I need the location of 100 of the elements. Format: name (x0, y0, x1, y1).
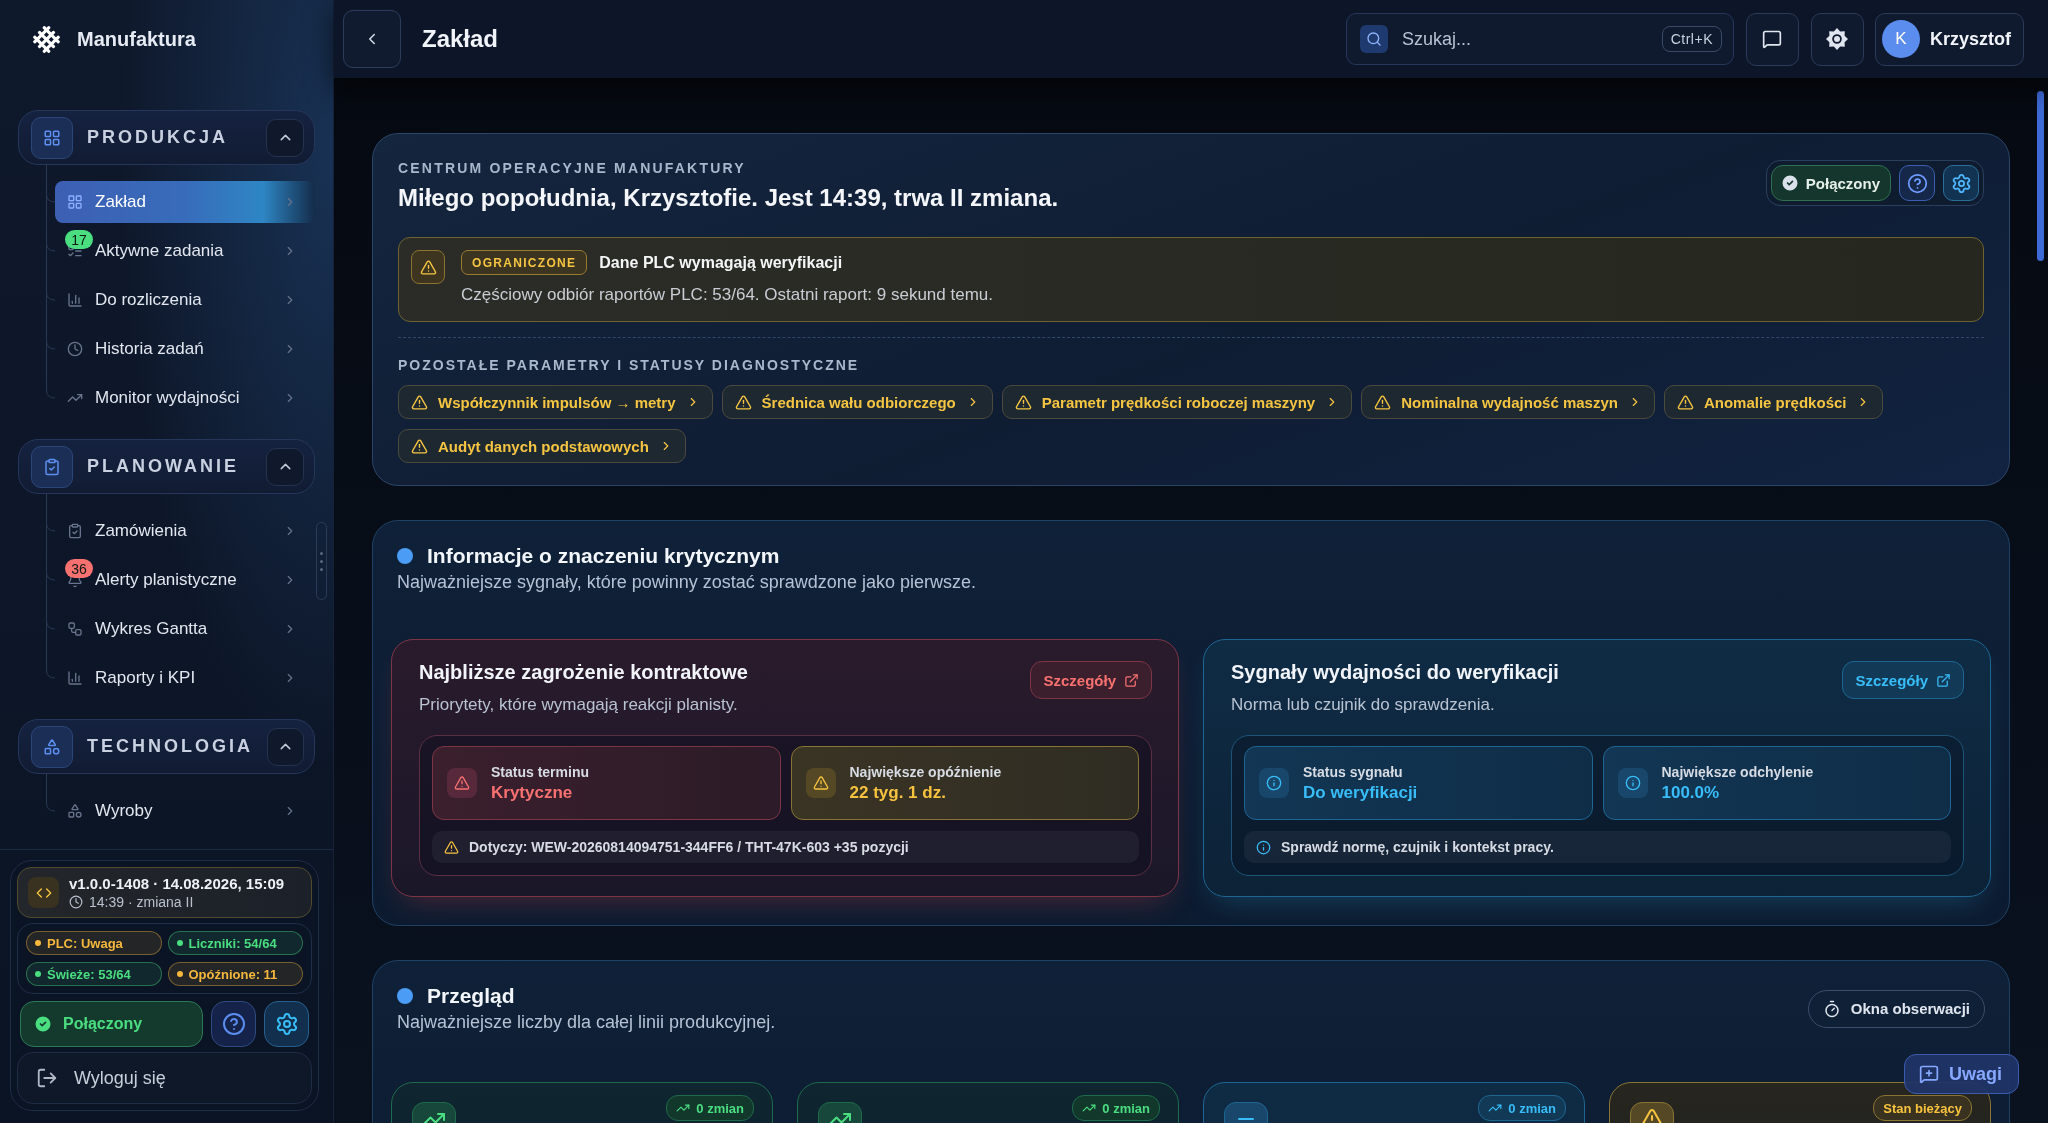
warning-icon (444, 839, 459, 855)
stat-value: 100.0% (1661, 782, 1721, 803)
nav-item[interactable]: Historia zadań (55, 328, 315, 370)
info-icon (1259, 768, 1289, 798)
card-title: Najbliższe zagrożenie kontraktowe (419, 661, 748, 684)
stat-label: Status terminu (491, 763, 589, 780)
comment-plus-icon (1919, 1064, 1939, 1084)
diagnostic-chip[interactable]: Średnica wału odbiorczego (721, 385, 993, 419)
search-input[interactable]: Szukaj... (1402, 24, 1648, 54)
shift-time: 14:39 · zmiana II (89, 894, 194, 910)
diagnostic-chip[interactable]: Anomalie prędkości (1663, 385, 1884, 419)
status-badge: OGRANICZONE (461, 250, 588, 275)
brightness-button[interactable] (1811, 12, 1864, 66)
details-button[interactable]: Szczegóły (1842, 661, 1964, 699)
badge-text: 0 zmian (1508, 1100, 1556, 1116)
diagnostic-chip[interactable]: Współczynnik impulsów → metry (398, 385, 713, 419)
logout-icon (36, 1067, 58, 1089)
section-title: Informacje o znaczeniu krytycznym (427, 544, 780, 568)
badge-text: Stan bieżący (1883, 1100, 1962, 1116)
status-label: Opóźnione: 11 (188, 966, 278, 982)
status-label: PLC: Uwaga (47, 935, 123, 951)
diagnostic-chip[interactable]: Audyt danych podstawowych (398, 429, 686, 463)
scrollbar-thumb[interactable] (2037, 91, 2044, 261)
section-subtitle: Najważniejsze sygnały, które powinny zostać sprawdzone jako pierwsze. (397, 572, 976, 593)
external-link-icon (1124, 672, 1139, 688)
shapes-icon (31, 725, 73, 768)
stat-label: Największe odchylenie (1661, 763, 1814, 780)
help-button[interactable] (211, 1001, 256, 1047)
nav-item[interactable]: 36 Alerty planistyczne (55, 559, 315, 601)
details-button[interactable]: Szczegóły (1030, 661, 1152, 699)
warning-icon (411, 393, 428, 411)
warning-icon (411, 437, 428, 455)
status-label: Świeże: 53/64 (47, 966, 131, 982)
nav-item[interactable]: Zamówienia (55, 510, 315, 552)
messages-button[interactable] (1746, 12, 1799, 66)
diagnostic-chip[interactable]: Nominalna wydajność maszyn (1361, 385, 1655, 419)
status-label: Liczniki: 54/64 (188, 935, 277, 951)
check-circle-icon (1779, 173, 1800, 193)
settings-icon (274, 1012, 299, 1036)
nav-item[interactable]: Do rozliczenia (55, 279, 315, 321)
nav-item[interactable]: Zakład (55, 181, 315, 223)
warning-icon (1676, 393, 1694, 411)
check-circle-icon (33, 1014, 53, 1034)
stat-value: 22 tyg. 1 dz. (849, 782, 947, 803)
connection-status-button[interactable]: Połączony (20, 1001, 203, 1047)
card-subtitle: Priorytety, które wymagają reakcji planisty. (419, 695, 739, 715)
tree-connector (46, 272, 55, 321)
help-icon (1906, 172, 1928, 194)
nav-group-title: PLANOWANIE (87, 456, 239, 477)
alert-title: Dane PLC wymagają weryfikacji (599, 253, 843, 272)
settings-button[interactable] (264, 1001, 309, 1047)
brightness-icon (1826, 28, 1849, 50)
brand-name: Manufaktura (77, 27, 196, 51)
warning-icon (447, 768, 477, 798)
section-dot-icon (397, 548, 413, 564)
nav-item[interactable]: Raporty i KPI (55, 657, 315, 699)
stat-label: Status sygnału (1303, 763, 1404, 780)
warning-icon (1014, 393, 1032, 411)
card-title: Sygnały wydajności do weryfikacji (1231, 661, 1559, 684)
nav-item[interactable]: Wykres Gantta (55, 608, 315, 650)
chart-icon (67, 670, 83, 686)
tree-connector (46, 552, 55, 601)
warning-icon (805, 768, 836, 798)
connection-status-button[interactable]: Połączony (1770, 165, 1891, 201)
build-version: v1.0.0-1408 · 14.08.2026, 15:09 (69, 875, 285, 892)
avatar: K (1882, 20, 1920, 58)
settings-button[interactable] (1943, 165, 1979, 201)
page-title: Zakład (422, 25, 499, 53)
tree-connector (46, 223, 55, 272)
section-dot-icon (397, 988, 413, 1004)
logout-button[interactable]: Wyloguj się (17, 1052, 312, 1104)
help-icon (221, 1012, 246, 1036)
chart-icon (67, 292, 83, 308)
user-menu-button[interactable]: K Krzysztof (1875, 12, 2024, 66)
eyebrow-label: CENTRUM OPERACYJNE MANUFAKTURY (398, 160, 747, 176)
grid-icon (67, 194, 83, 210)
nav-item[interactable]: 17 Aktywne zadania (55, 230, 315, 272)
stat-value: Do weryfikacji (1303, 782, 1418, 803)
clock-icon (69, 895, 83, 909)
clock-icon (67, 341, 83, 357)
feedback-button[interactable]: Uwagi (1904, 1054, 2019, 1094)
card-subtitle: Norma lub czujnik do sprawdzenia. (1231, 695, 1496, 715)
count-badge: 36 (65, 559, 93, 578)
diagnostics-title: POZOSTAŁE PARAMETRY I STATUSY DIAGNOSTYCZNE (398, 357, 861, 373)
search-icon (1360, 25, 1388, 53)
nav-group-title: PRODUKCJA (87, 127, 228, 148)
shapes-icon (67, 803, 83, 819)
search-field[interactable]: Szukaj... Ctrl+K (1346, 13, 1734, 65)
grid-icon (31, 116, 73, 159)
nav-item[interactable]: Monitor wydajności (55, 377, 315, 419)
nav-item[interactable]: Wyroby (55, 790, 315, 832)
info-icon (1256, 839, 1271, 855)
nav-group-title: TECHNOLOGIA (87, 736, 253, 757)
stat-value: Krytyczne (491, 782, 574, 803)
external-link-icon (1936, 672, 1951, 688)
diagnostic-chip[interactable]: Parametr prędkości roboczej maszyny (1001, 385, 1353, 419)
help-button[interactable] (1899, 165, 1935, 201)
badge-text: 0 zmian (696, 1100, 744, 1116)
clipboard-check-icon (31, 445, 73, 488)
note-text: Dotyczy: WEW-20260814094751-344FF6 / THT-47K-603 +35 pozycji (469, 839, 909, 855)
